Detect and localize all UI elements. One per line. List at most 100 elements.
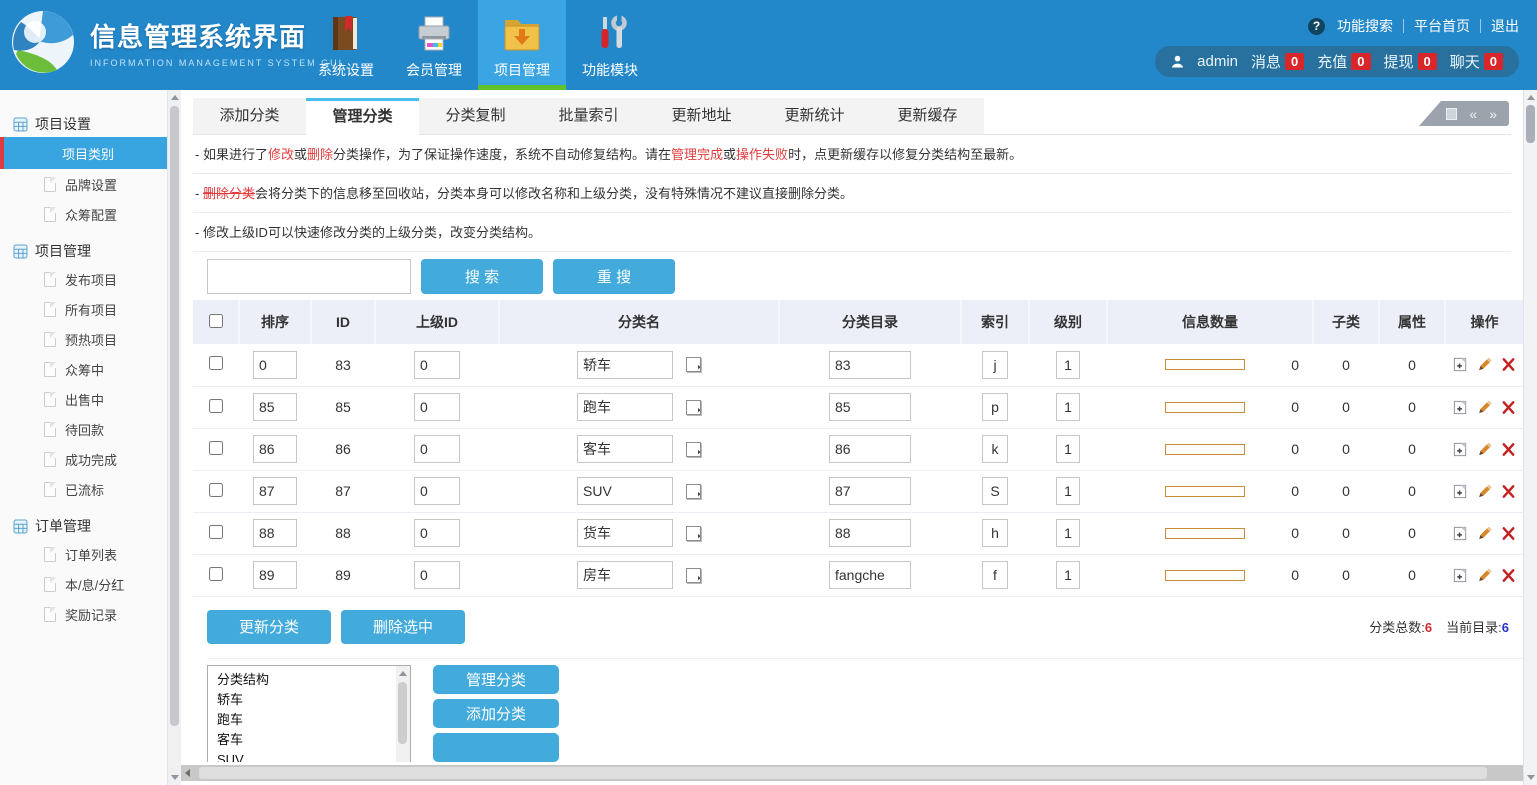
withdraw-stat[interactable]: 提现0	[1384, 51, 1437, 72]
scrollbar-thumb[interactable]	[398, 682, 407, 744]
sidebar-item-principal-interest-dividend[interactable]: 本/息/分红	[0, 569, 167, 599]
nav-item-project-management[interactable]: 项目管理	[478, 0, 566, 90]
category-dir-input[interactable]	[829, 561, 911, 589]
add-subcategory-icon[interactable]	[1452, 356, 1469, 373]
sidebar-item-publish-project[interactable]: 发布项目	[0, 264, 167, 294]
tab-batch-index[interactable]: 批量索引	[532, 98, 645, 135]
sort-input[interactable]	[253, 477, 297, 505]
level-input[interactable]	[1056, 519, 1080, 547]
level-input[interactable]	[1056, 477, 1080, 505]
tab-add-category[interactable]: 添加分类	[193, 98, 306, 135]
index-input[interactable]	[982, 477, 1008, 505]
sidebar-item-crowdfunding-config[interactable]: 众筹配置	[0, 199, 167, 229]
nav-item-function-modules[interactable]: 功能模块	[566, 0, 654, 90]
level-input[interactable]	[1056, 561, 1080, 589]
level-input[interactable]	[1056, 435, 1080, 463]
index-input[interactable]	[982, 435, 1008, 463]
delete-x-icon[interactable]	[1500, 441, 1517, 458]
row-checkbox[interactable]	[209, 483, 223, 497]
parent-id-input[interactable]	[414, 435, 460, 463]
tab-update-cache[interactable]: 更新缓存	[871, 98, 984, 135]
delete-selected-button[interactable]: 删除选中	[341, 610, 465, 644]
category-dir-input[interactable]	[829, 477, 911, 505]
add-subcategory-icon[interactable]	[1452, 525, 1469, 542]
scroll-down-arrow[interactable]	[171, 775, 179, 780]
sort-input[interactable]	[253, 435, 297, 463]
parent-id-input[interactable]	[414, 561, 460, 589]
platform-home-link[interactable]: 平台首页	[1414, 16, 1470, 36]
scrollbar-thumb[interactable]	[1526, 105, 1535, 143]
logout-link[interactable]: 退出	[1491, 16, 1519, 36]
tab-update-statistics[interactable]: 更新统计	[758, 98, 871, 135]
edit-pencil-icon[interactable]	[1476, 441, 1493, 458]
sort-input[interactable]	[253, 351, 297, 379]
parent-id-input[interactable]	[414, 477, 460, 505]
index-input[interactable]	[982, 561, 1008, 589]
category-name-input[interactable]	[577, 393, 673, 421]
chat-stat[interactable]: 聊天0	[1450, 51, 1503, 72]
sidebar-item-crowdfunding-active[interactable]: 众筹中	[0, 354, 167, 384]
delete-x-icon[interactable]	[1500, 483, 1517, 500]
category-dir-input[interactable]	[829, 435, 911, 463]
sidebar-item-order-list[interactable]: 订单列表	[0, 539, 167, 569]
category-dir-input[interactable]	[829, 519, 911, 547]
level-input[interactable]	[1056, 351, 1080, 379]
category-name-input[interactable]	[577, 351, 673, 379]
sidebar-item-pending-repayment[interactable]: 待回款	[0, 414, 167, 444]
listbox-item[interactable]: 分类结构	[217, 670, 390, 690]
picker-dropdown-icon[interactable]	[686, 568, 701, 583]
delete-x-icon[interactable]	[1500, 567, 1517, 584]
category-dir-input[interactable]	[829, 393, 911, 421]
add-subcategory-icon[interactable]	[1452, 399, 1469, 416]
listbox-item[interactable]: 客车	[217, 730, 390, 750]
tab-update-address[interactable]: 更新地址	[645, 98, 758, 135]
edit-pencil-icon[interactable]	[1476, 567, 1493, 584]
add-subcategory-icon[interactable]	[1452, 441, 1469, 458]
function-search-link[interactable]: 功能搜索	[1337, 16, 1393, 36]
index-input[interactable]	[982, 351, 1008, 379]
research-button[interactable]: 重 搜	[553, 259, 675, 294]
add-category-button[interactable]: 添加分类	[433, 699, 559, 728]
update-categories-button[interactable]: 更新分类	[207, 610, 331, 644]
sidebar-item-on-sale[interactable]: 出售中	[0, 384, 167, 414]
partial-clipped-button[interactable]	[433, 733, 559, 762]
edit-pencil-icon[interactable]	[1476, 525, 1493, 542]
sort-input[interactable]	[253, 561, 297, 589]
delete-x-icon[interactable]	[1500, 356, 1517, 373]
messages-stat[interactable]: 消息0	[1251, 51, 1304, 72]
tab-copy-category[interactable]: 分类复制	[419, 98, 532, 135]
tab-manage-category[interactable]: 管理分类	[306, 98, 419, 135]
scroll-down-arrow[interactable]	[1527, 775, 1535, 780]
manage-category-button[interactable]: 管理分类	[433, 665, 559, 694]
sidebar-item-brand-settings[interactable]: 品牌设置	[0, 169, 167, 199]
delete-x-icon[interactable]	[1500, 525, 1517, 542]
scroll-up-arrow[interactable]	[399, 671, 407, 676]
category-name-input[interactable]	[577, 519, 673, 547]
scrollbar-thumb[interactable]	[170, 106, 179, 726]
listbox-item[interactable]: 跑车	[217, 710, 390, 730]
category-dir-input[interactable]	[829, 351, 911, 379]
select-all-checkbox[interactable]	[209, 314, 223, 328]
index-input[interactable]	[982, 393, 1008, 421]
chevrons-left-icon[interactable]: «	[1469, 107, 1477, 121]
edit-pencil-icon[interactable]	[1476, 483, 1493, 500]
edit-pencil-icon[interactable]	[1476, 356, 1493, 373]
add-subcategory-icon[interactable]	[1452, 567, 1469, 584]
nav-item-member-management[interactable]: 会员管理	[390, 0, 478, 90]
parent-id-input[interactable]	[414, 393, 460, 421]
sidebar-item-preheat-projects[interactable]: 预热项目	[0, 324, 167, 354]
search-input[interactable]	[207, 259, 411, 294]
sort-input[interactable]	[253, 393, 297, 421]
row-checkbox[interactable]	[209, 441, 223, 455]
row-checkbox[interactable]	[209, 399, 223, 413]
row-checkbox[interactable]	[209, 525, 223, 539]
sidebar-item-all-projects[interactable]: 所有项目	[0, 294, 167, 324]
nav-item-system-settings[interactable]: 系统设置	[302, 0, 390, 90]
picker-dropdown-icon[interactable]	[686, 526, 701, 541]
picker-dropdown-icon[interactable]	[686, 442, 701, 457]
parent-id-input[interactable]	[414, 351, 460, 379]
listbox-item[interactable]: 轿车	[217, 690, 390, 710]
sidebar-item-project-category[interactable]: 项目类别	[0, 137, 167, 169]
picker-dropdown-icon[interactable]	[686, 400, 701, 415]
sidebar-item-reward-records[interactable]: 奖励记录	[0, 599, 167, 629]
